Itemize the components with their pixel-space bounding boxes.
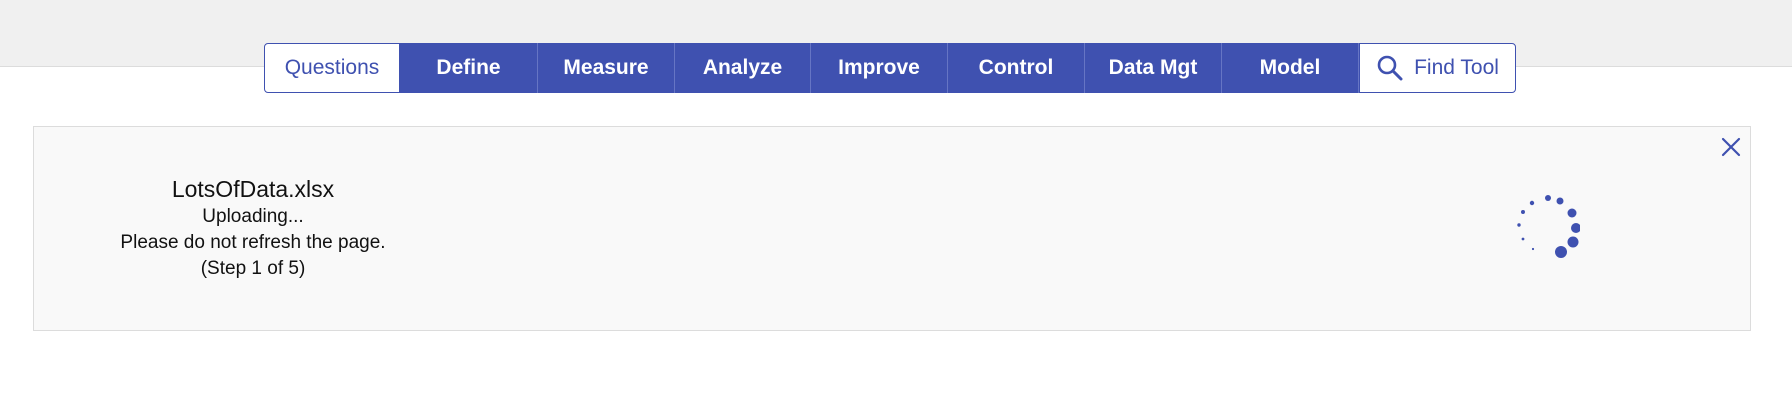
upload-status: LotsOfData.xlsx Uploading... Please do n… (100, 174, 406, 282)
tab-improve[interactable]: Improve (811, 43, 948, 93)
find-tool-label: Find Tool (1414, 56, 1499, 79)
tab-measure[interactable]: Measure (538, 43, 675, 93)
close-icon[interactable] (1720, 136, 1742, 158)
tab-data-mgt[interactable]: Data Mgt (1085, 43, 1222, 93)
upload-step: (Step 1 of 5) (200, 258, 306, 279)
upload-filename: LotsOfData.xlsx (171, 176, 335, 202)
upload-warning: Please do not refresh the page. (120, 232, 386, 253)
search-icon (1376, 54, 1404, 82)
main-nav: Questions Define Measure Analyze Improve… (264, 43, 1516, 93)
tab-control[interactable]: Control (948, 43, 1085, 93)
tab-analyze[interactable]: Analyze (675, 43, 811, 93)
find-tool-button[interactable]: Find Tool (1359, 43, 1516, 93)
tab-model[interactable]: Model (1222, 43, 1359, 93)
tab-define[interactable]: Define (400, 43, 538, 93)
loading-spinner-icon (1510, 191, 1581, 261)
tab-questions[interactable]: Questions (264, 43, 400, 93)
upload-status-text: Uploading... (202, 206, 304, 227)
